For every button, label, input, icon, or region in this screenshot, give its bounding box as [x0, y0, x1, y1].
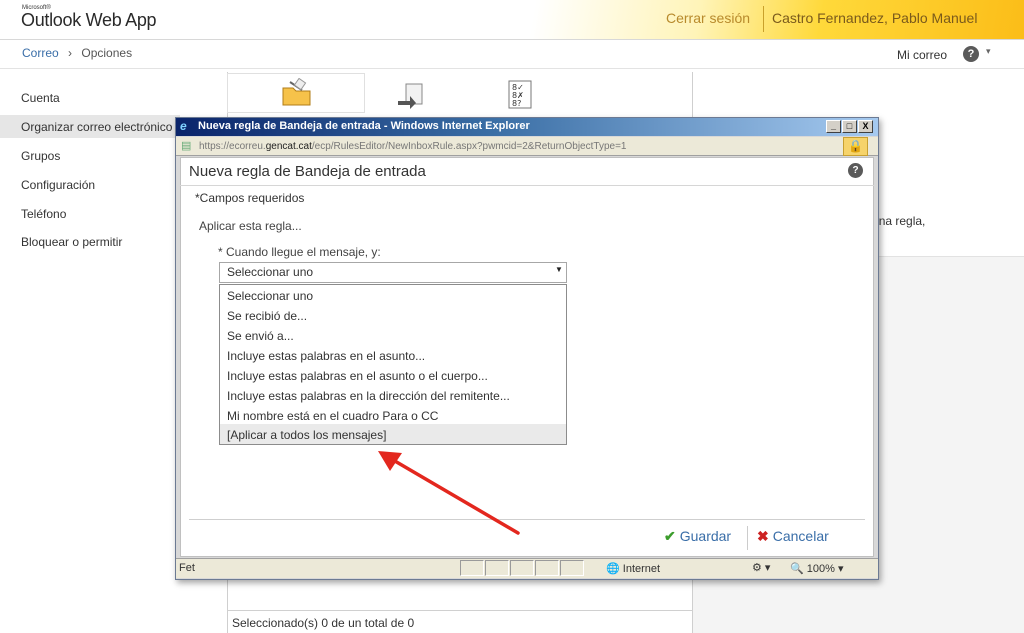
dialog-help-icon[interactable]: ? [848, 163, 863, 178]
dialog-title: Nueva regla de Bandeja de entrada [189, 163, 426, 180]
status-cell [460, 560, 484, 576]
sidebar-item-groups[interactable]: Grupos [21, 149, 60, 163]
breadcrumb: Correo › Opciones [22, 46, 132, 60]
globe-icon: 🌐 [606, 563, 620, 575]
status-cell [535, 560, 559, 576]
sign-out-link[interactable]: Cerrar sesión [666, 10, 750, 26]
dropdown-option[interactable]: Seleccionar uno [220, 285, 566, 305]
breadcrumb-bar [0, 41, 1024, 69]
close-icon: ✖ [757, 528, 769, 544]
dropdown-option[interactable]: Mi nombre está en el cuadro Para o CC [220, 405, 566, 425]
selection-status: Seleccionado(s) 0 de un total de 0 [232, 616, 415, 630]
dropdown-option[interactable]: Incluye estas palabras en la dirección d… [220, 385, 566, 405]
close-window-button[interactable]: X [858, 120, 873, 133]
address-url[interactable]: https://ecorreu.gencat.cat/ecp/RulesEdit… [199, 141, 626, 152]
app-logo: Outlook Web App [21, 10, 157, 30]
lock-icon[interactable]: 🔒 [843, 137, 868, 156]
breadcrumb-mail-link[interactable]: Correo [22, 46, 59, 60]
condition-label: * Cuando llegue el mensaje, y: [218, 245, 381, 259]
sidebar-item-block-allow[interactable]: Bloquear o permitir [21, 235, 122, 249]
chevron-down-icon[interactable]: ▾ [986, 46, 991, 57]
status-cell [560, 560, 584, 576]
status-cell [510, 560, 534, 576]
status-cell [485, 560, 509, 576]
sidebar-item-account[interactable]: Cuenta [21, 91, 60, 105]
arrow-in-icon[interactable] [396, 82, 426, 113]
button-divider [747, 526, 748, 550]
list-footer-divider [227, 610, 693, 611]
popup-title: Nueva regla de Bandeja de entrada - Wind… [198, 120, 530, 132]
dropdown-option[interactable]: Se recibió de... [220, 305, 566, 325]
security-zone[interactable]: 🌐 Internet [606, 562, 660, 575]
sidebar-item-organize-mail[interactable]: Organizar correo electrónico [21, 120, 172, 134]
minimize-button[interactable]: _ [826, 120, 841, 133]
chevron-down-icon[interactable]: ▼ [555, 265, 563, 274]
required-fields-note: *Campos requeridos [195, 191, 305, 205]
folder-icon[interactable] [280, 77, 314, 114]
checklist-icon[interactable]: 8✓ 8✗ 8? [508, 80, 534, 113]
status-text: Fet [179, 562, 195, 574]
annotation-arrow [378, 451, 520, 535]
dropdown-option[interactable]: Incluye estas palabras en el asunto... [220, 345, 566, 365]
apply-rule-label: Aplicar esta regla... [199, 219, 302, 233]
sidebar-item-phone[interactable]: Teléfono [21, 207, 66, 221]
dropdown-option[interactable]: Incluye estas palabras en el asunto o el… [220, 365, 566, 385]
dropdown-option-selected[interactable]: [Aplicar a todos los mensajes] [220, 424, 566, 444]
page-icon: ▤ [181, 140, 192, 152]
svg-text:8?: 8? [512, 99, 521, 108]
breadcrumb-current: Opciones [81, 46, 133, 60]
condition-select-value: Seleccionar uno [227, 265, 314, 279]
zoom-control[interactable]: 🔍 100% ▾ [790, 562, 843, 575]
protected-mode-icon[interactable]: ⚙ ▾ [752, 561, 770, 574]
user-name: Castro Fernandez, Pablo Manuel [772, 10, 978, 26]
sidebar-item-settings[interactable]: Configuración [21, 178, 95, 192]
breadcrumb-separator: › [68, 46, 73, 60]
dropdown-option[interactable]: Se envió a... [220, 325, 566, 345]
maximize-button[interactable]: □ [842, 120, 857, 133]
checkmark-icon: ✔ [664, 528, 676, 544]
header-divider [763, 6, 764, 32]
save-button[interactable]: ✔ Guardar [664, 528, 731, 545]
help-icon[interactable]: ? [963, 46, 979, 62]
cancel-button[interactable]: ✖ Cancelar [757, 528, 829, 545]
ie-icon: e [180, 119, 187, 133]
my-mail-link[interactable]: Mi correo [897, 48, 947, 62]
dialog-title-divider [180, 185, 874, 186]
